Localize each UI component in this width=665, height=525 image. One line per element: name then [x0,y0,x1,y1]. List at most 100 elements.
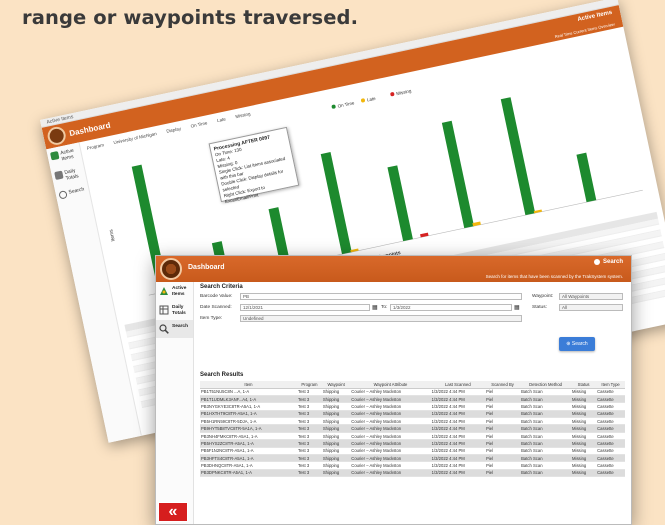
late-checkbox[interactable]: Late [216,116,226,123]
sidebar-item-label: Daily Totals [63,167,80,182]
table-cell: 1/3/2022 4:44 PM [430,432,486,441]
table-cell: Courier – Ashley Mackston [350,454,431,463]
sidebar-item-active-items[interactable]: Active Items [156,282,193,301]
table-cell: Batch Scan [520,439,572,448]
bar-on-time[interactable] [576,152,597,203]
table-cell: Test 3 [296,402,322,411]
table-cell: Batch Scan [520,417,572,426]
search-main: Search Criteria Barcode Value: PB Date S… [200,284,625,524]
header-search-button[interactable]: Search [593,259,623,265]
active-items-badge[interactable]: Active Items [577,10,613,23]
column-header[interactable]: Last Scanned [430,381,486,389]
y-axis-label: Items [108,228,117,242]
table-cell: Courier – Ashley Mackston [350,439,431,448]
table-row[interactable]: PB3NH4FMKC8TR-A5A1, 1-A Test 3 Shipping Cou… [200,432,625,441]
table-cell: Batch Scan [520,454,572,463]
search-button[interactable]: ⊕ Search [559,337,595,351]
column-header[interactable]: Waypoint [321,381,351,389]
column-header[interactable]: Waypoint Attribute [350,381,431,389]
legend-swatch [331,104,336,109]
calendar-from-icon[interactable]: ▦ [372,304,378,311]
table-cell: Piel [485,432,521,441]
table-row[interactable]: PB5HYS2ZC8TR-A5A1, 1-A Test 3 Shipping Cour… [200,439,625,448]
date-to-label: To: [381,305,388,310]
table-cell: Courier – Ashley Mackston [350,461,431,470]
magnifier-icon [159,324,169,334]
column-header[interactable]: Scanned By [485,381,521,389]
table-cell: Batch Scan [520,395,572,404]
table-cell: 1/3/2022 4:44 PM [430,454,486,463]
search-results-table: Item Program Waypoint Waypoint Attribute Las… [200,381,625,478]
table-body: PB1T51NU5C8N ...A, 1-A Test 3 Shipping Cour… [200,388,625,478]
table-cell: Missing [571,439,597,448]
table-cell: Piel [485,439,521,448]
barcode-input[interactable]: PB [240,293,522,300]
table-cell: Cassette [596,432,625,441]
table-row[interactable]: PB3DHNQC8TR-A5A1, 1-A Test 3 Shipping Couri… [200,461,625,470]
search-header: Dashboard Search Search for items that h… [156,256,631,282]
bar-on-time[interactable] [320,151,352,255]
bar-on-time[interactable] [500,97,536,216]
calendar-to-icon[interactable]: ▦ [514,304,520,311]
bar-on-time[interactable] [387,165,413,242]
on-time-checkbox[interactable]: On Time [190,120,208,128]
sidebar-item-label: Active Items [172,286,187,297]
column-header[interactable]: Item [200,381,297,389]
table-cell: Test 3 [296,395,322,404]
table-row[interactable]: PB3DPNKC8TR-A5A1, 1-A Test 3 Shipping Couri… [200,469,625,478]
program-label: Program [86,141,105,151]
search-icon [58,190,68,200]
table-cell: Cassette [596,410,625,419]
table-row[interactable]: PB3HFTS4C8TR-A5A1, 1-A Test 3 Shipping Cour… [200,454,625,463]
table-cell: Missing [571,461,597,470]
table-cell: Shipping [321,439,351,448]
table-row[interactable]: PB1T51NU5C8N ...A, 1-A Test 3 Shipping Cour… [200,388,625,396]
table-cell: Shipping [321,432,351,441]
table-cell: Cassette [596,388,625,396]
table-cell: Piel [485,447,521,456]
missing-checkbox[interactable]: Missing [235,111,251,119]
status-select[interactable]: All [559,304,623,311]
table-cell: Shipping [321,410,351,419]
waypoint-label: Waypoint: [532,294,554,299]
table-row[interactable]: PB9HYT5B8TVC8TR-5A1A, 1-A Test 3 Shipping C… [200,424,625,433]
table-cell: Missing [571,395,597,404]
table-cell: Shipping [321,388,351,396]
table-row[interactable]: PB5F1N2NC8TR-A5A1, 1-A Test 3 Shipping Cour… [200,447,625,456]
bar-on-time[interactable] [441,120,475,229]
sidebar-item-search[interactable]: Search [156,320,193,338]
search-button-label: Search [571,341,588,347]
table-cell: Missing [571,417,597,426]
barcode-label: Barcode Value: [200,294,233,299]
table-cell: 1/3/2022 4:44 PM [430,410,486,419]
item-type-select[interactable]: Undefined [240,315,522,322]
table-row[interactable]: PB1T1UDMLK3ANF...A4, 1-A Test 3 Shipping Co… [200,395,625,404]
table-cell: 1/3/2022 4:44 PM [430,439,486,448]
sidebar-item-label: Search [172,324,188,329]
column-header[interactable]: Program [296,381,322,389]
table-cell: PB3DPNKC8TR-A5A1, 1-A [200,469,297,478]
table-row[interactable]: PB3NYGKYE3C8TR-A5A1, 1-A Test 3 Shipping Co… [200,402,625,411]
table-cell: Batch Scan [520,469,572,478]
table-cell: PB5H1RN59C8TR-5DJA, 1-A [200,417,297,426]
column-header[interactable]: Status [571,381,597,389]
table-cell: Test 3 [296,454,322,463]
table-cell: Piel [485,388,521,396]
table-cell: 1/3/2022 4:44 PM [430,469,486,478]
column-header[interactable]: Item Type [596,381,625,389]
column-header[interactable]: Detection Method [520,381,572,389]
waypoint-select[interactable]: All Waypoints [559,293,623,300]
date-to-input[interactable]: 1/3/2022 [390,304,512,311]
date-from-input[interactable]: 12/1/2021 [240,304,370,311]
table-cell: Cassette [596,454,625,463]
table-header-row: Item Program Waypoint Waypoint Attribute Las… [200,381,625,389]
back-button[interactable]: « [158,502,188,522]
table-cell: PB3HFTS4C8TR-A5A1, 1-A [200,454,297,463]
table-row[interactable]: PB1HXTHT9C8TR-A5A1, 1-A Test 3 Shipping Cou… [200,410,625,419]
table-cell: Courier – Ashley Mackston [350,388,431,396]
sidebar-item-daily-totals[interactable]: Daily Totals [156,301,193,320]
table-cell: Cassette [596,469,625,478]
table-cell: Batch Scan [520,461,572,470]
table-row[interactable]: PB5H1RN59C8TR-5DJA, 1-A Test 3 Shipping Cou… [200,417,625,426]
table-cell: Shipping [321,469,351,478]
